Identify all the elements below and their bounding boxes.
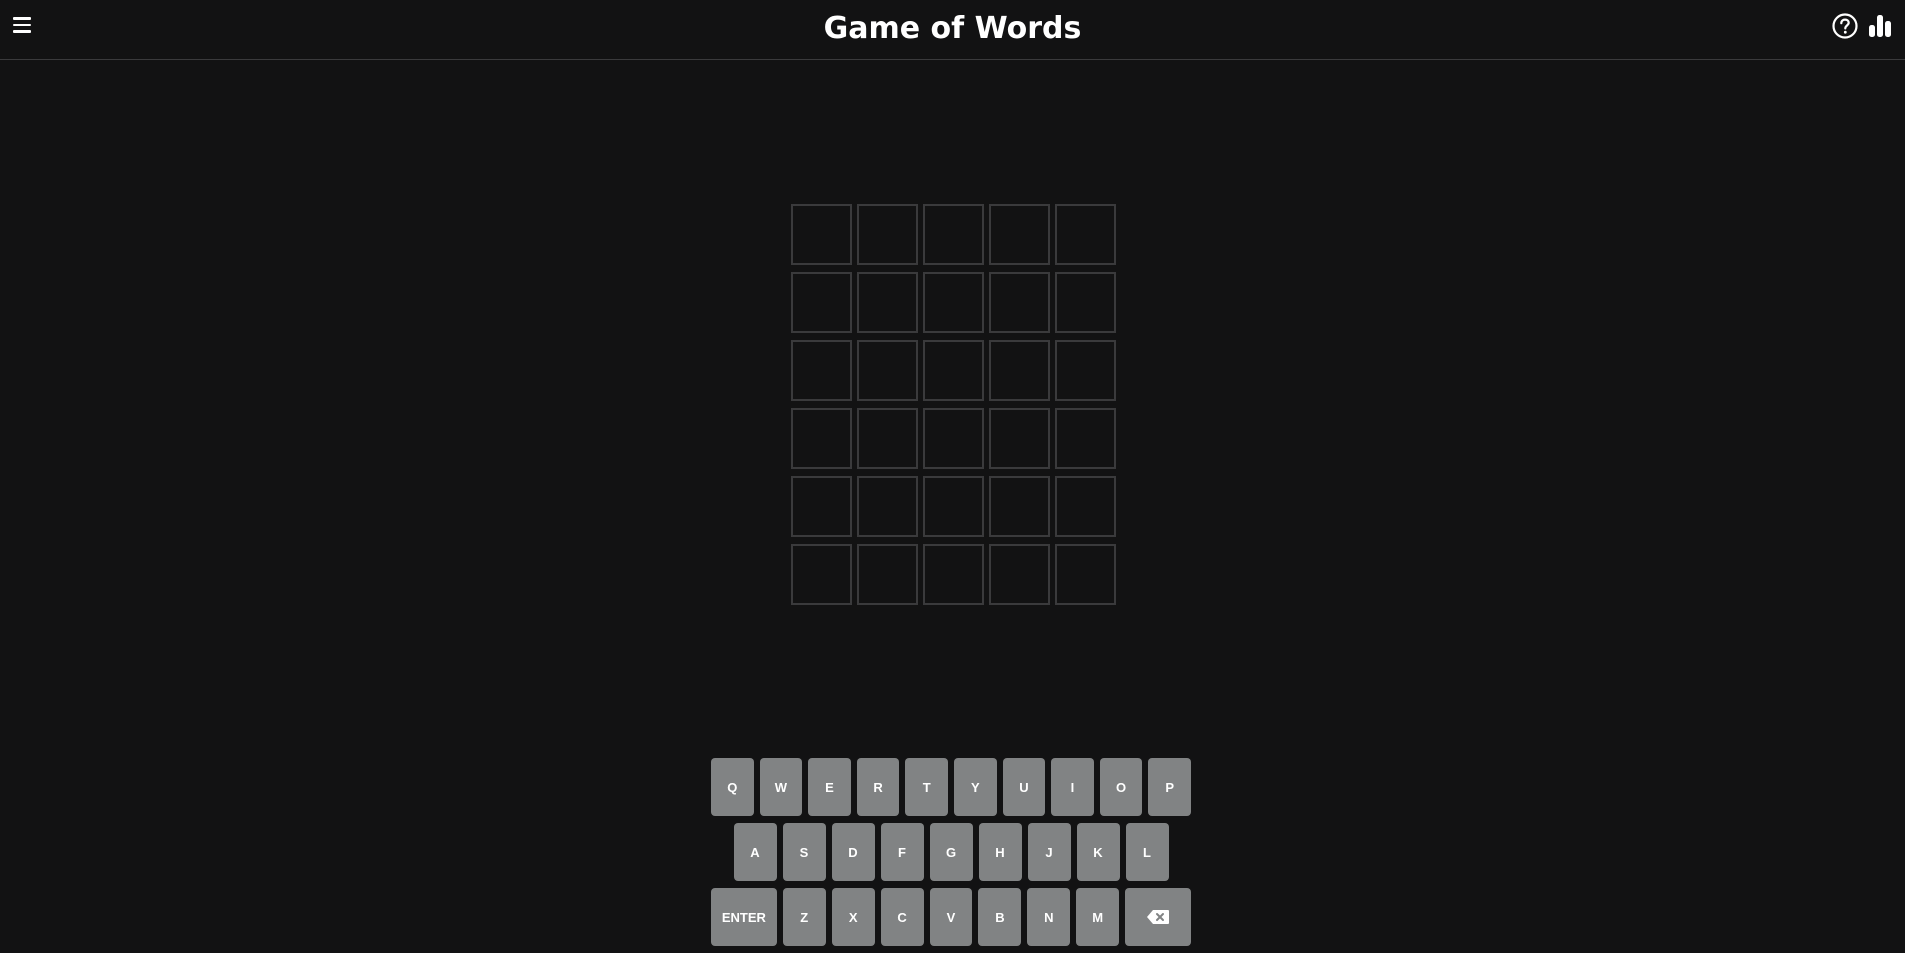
board-tile	[857, 340, 918, 401]
key-d[interactable]: D	[831, 823, 875, 881]
board-tile	[857, 476, 918, 537]
key-m[interactable]: M	[1076, 888, 1120, 946]
question-circle-icon	[1832, 13, 1858, 39]
key-h[interactable]: H	[978, 823, 1022, 881]
backspace-icon	[1147, 910, 1170, 924]
key-g[interactable]: G	[929, 823, 973, 881]
page-title: Game of Words	[823, 11, 1082, 46]
key-f[interactable]: F	[880, 823, 924, 881]
board-tile	[857, 408, 918, 469]
board-tile	[857, 544, 918, 605]
board-tile	[1055, 476, 1116, 537]
board-tile	[791, 476, 852, 537]
keyboard-row: ENTER Z X C V B N M	[710, 888, 1192, 946]
board-tile	[857, 204, 918, 265]
board-tile	[989, 476, 1050, 537]
board-tile	[923, 340, 984, 401]
board-tile	[989, 544, 1050, 605]
key-b[interactable]: B	[978, 888, 1022, 946]
key-c[interactable]: C	[880, 888, 924, 946]
board-tile	[989, 408, 1050, 469]
board-tile	[791, 340, 852, 401]
bar-chart-icon	[1869, 15, 1891, 37]
key-s[interactable]: S	[782, 823, 826, 881]
key-backspace[interactable]	[1125, 888, 1192, 946]
key-v[interactable]: V	[929, 888, 973, 946]
keyboard-row: QWERTYUIOP	[711, 758, 1191, 816]
board-tile	[989, 340, 1050, 401]
key-a[interactable]: A	[733, 823, 777, 881]
on-screen-keyboard: Q W E R T Y U I O P A S D F G H J K L ENTER Z X C V B N M	[710, 758, 1192, 953]
board-tile	[1055, 204, 1116, 265]
key-o[interactable]: O	[1099, 758, 1143, 816]
help-button[interactable]	[1831, 12, 1859, 40]
key-j[interactable]: J	[1027, 823, 1071, 881]
key-e[interactable]: E	[808, 758, 851, 816]
keyboard-row: ASDFGHJKL	[711, 823, 1191, 881]
board-tile	[791, 408, 852, 469]
key-x[interactable]: X	[831, 888, 875, 946]
key-q[interactable]: Q	[711, 758, 754, 816]
board-tile	[923, 272, 984, 333]
board-tile	[1055, 544, 1116, 605]
key-r[interactable]: R	[856, 758, 900, 816]
board-tile	[923, 476, 984, 537]
board-tile	[1055, 408, 1116, 469]
key-z[interactable]: Z	[782, 888, 826, 946]
key-n[interactable]: N	[1027, 888, 1071, 946]
board-tile	[923, 204, 984, 265]
key-y[interactable]: Y	[954, 758, 997, 816]
board-tile	[989, 204, 1050, 265]
key-enter[interactable]: ENTER	[710, 888, 777, 946]
board-tile	[791, 204, 852, 265]
board-tile	[923, 544, 984, 605]
key-w[interactable]: W	[759, 758, 803, 816]
stats-button[interactable]	[1866, 12, 1894, 40]
key-i[interactable]: I	[1051, 758, 1094, 816]
board-tile	[989, 272, 1050, 333]
board-tile	[791, 544, 852, 605]
board-tile	[923, 408, 984, 469]
header: Game of Words	[0, 0, 1905, 60]
key-k[interactable]: K	[1076, 823, 1120, 881]
key-p[interactable]: P	[1148, 758, 1191, 816]
key-t[interactable]: T	[905, 758, 948, 816]
board-tile	[1055, 272, 1116, 333]
board-tile	[1055, 340, 1116, 401]
key-l[interactable]: L	[1125, 823, 1169, 881]
board-tile	[857, 272, 918, 333]
board-tile	[791, 272, 852, 333]
key-u[interactable]: U	[1002, 758, 1046, 816]
game-board	[791, 204, 1117, 605]
